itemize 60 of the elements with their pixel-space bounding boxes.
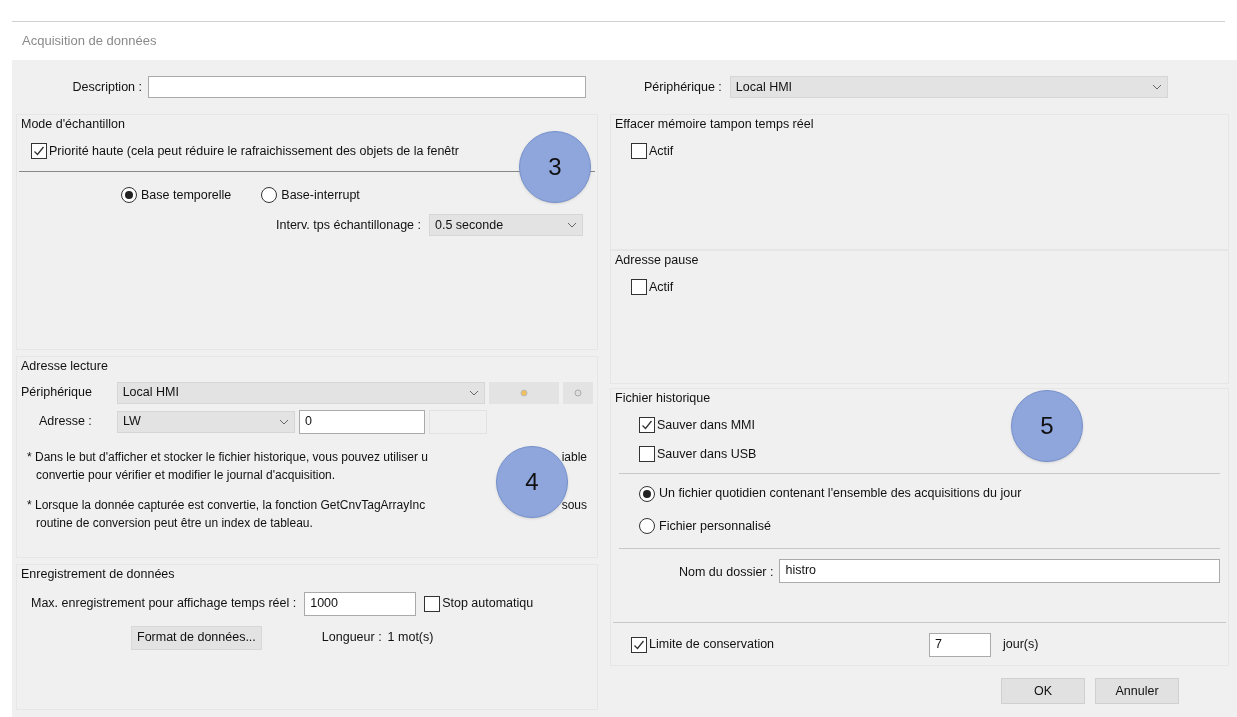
note-text: sous <box>561 496 587 514</box>
field-label: Périphérique <box>21 384 93 402</box>
checkbox[interactable]: Sauver dans USB <box>639 444 757 464</box>
checkbox[interactable]: Stop automatiqu <box>424 594 534 614</box>
checkbox[interactable]: Limite de conservation <box>631 635 775 655</box>
check-icon <box>33 145 45 158</box>
unit-label: jour(s) <box>1001 636 1039 654</box>
note-text: iable <box>561 448 587 466</box>
chevron-down-icon <box>1151 84 1162 90</box>
checkbox[interactable]: Priorité haute (cela peut réduire le rafraichissement des objets de la fenêtr <box>31 141 459 161</box>
dropdown[interactable]: Local HMI <box>729 76 1168 98</box>
length-value: 1 mot(s) <box>387 629 434 647</box>
field-label: Longueur : <box>321 629 382 647</box>
field-label: Description : <box>71 78 142 96</box>
retention-days-field[interactable]: 7 <box>929 632 991 657</box>
group-title: Adresse lecture <box>20 358 109 375</box>
address-field[interactable]: 0 <box>299 409 425 434</box>
radio-option[interactable]: Un fichier quotidien contenant l'ensemble des acquisitions du jour <box>639 484 1022 503</box>
checkbox-box[interactable] <box>631 279 647 296</box>
field-label: Max. enregistrement pour affichage temps réel : <box>31 595 297 613</box>
group-title: Effacer mémoire tampon temps réel <box>614 116 815 133</box>
dialog-button[interactable]: OK <box>1001 678 1085 704</box>
group-title: Mode d'échantillon <box>20 116 126 133</box>
radio-option[interactable]: Base temporelle <box>121 185 232 205</box>
checkbox[interactable]: Sauver dans MMI <box>639 415 755 435</box>
checkbox-box[interactable] <box>631 143 647 160</box>
chevron-down-icon <box>279 418 289 425</box>
check-icon <box>633 638 645 651</box>
note-text: * Dans le but d'afficher et stocker le fichier historique, vous pouvez utiliser u <box>27 448 428 466</box>
group-title: Fichier historique <box>614 390 712 407</box>
data-format-button[interactable]: Format de données... <box>131 625 262 650</box>
note-text: convertie pour vérifier et modifier le journal d'acquisition. <box>36 466 336 484</box>
dropdown[interactable]: 0.5 seconde <box>429 214 583 237</box>
checkbox-box[interactable] <box>424 595 441 612</box>
checkbox[interactable]: Actif <box>631 141 674 161</box>
check-icon <box>641 419 653 432</box>
field-label: Périphérique : <box>644 78 722 96</box>
note-text: * Lorsque la donnée capturée est convertie, la fonction GetCnvTagArrayInc <box>27 496 426 514</box>
window-title: Acquisition de données <box>22 32 157 51</box>
chevron-down-icon <box>469 389 480 396</box>
group-title: Adresse pause <box>614 252 700 269</box>
field-label: Nom du dossier : <box>679 563 774 581</box>
description-field[interactable] <box>148 76 586 98</box>
dropdown[interactable]: LW <box>117 410 295 433</box>
chevron-down-icon <box>567 222 577 229</box>
group-title: Enregistrement de données <box>20 566 176 583</box>
checkbox-box[interactable] <box>639 417 655 434</box>
folder-field[interactable]: histro <box>779 558 1220 583</box>
checkbox[interactable]: Actif <box>631 277 674 297</box>
checkbox-box[interactable] <box>631 636 647 653</box>
max-records-field[interactable]: 1000 <box>304 591 417 616</box>
dropdown[interactable]: Local HMI <box>116 381 486 404</box>
checkbox-box[interactable] <box>639 445 655 462</box>
radio-option[interactable]: Fichier personnalisé <box>639 517 771 536</box>
field-label: Interv. tps échantillonage : <box>276 216 421 234</box>
checkbox-box[interactable] <box>31 143 47 160</box>
note-text: routine de conversion peut être un index de tableau. <box>36 514 313 532</box>
dialog-button[interactable]: Annuler <box>1095 678 1179 704</box>
radio-option[interactable]: Base-interrupt <box>261 185 360 205</box>
field-label: Adresse : <box>38 413 93 431</box>
